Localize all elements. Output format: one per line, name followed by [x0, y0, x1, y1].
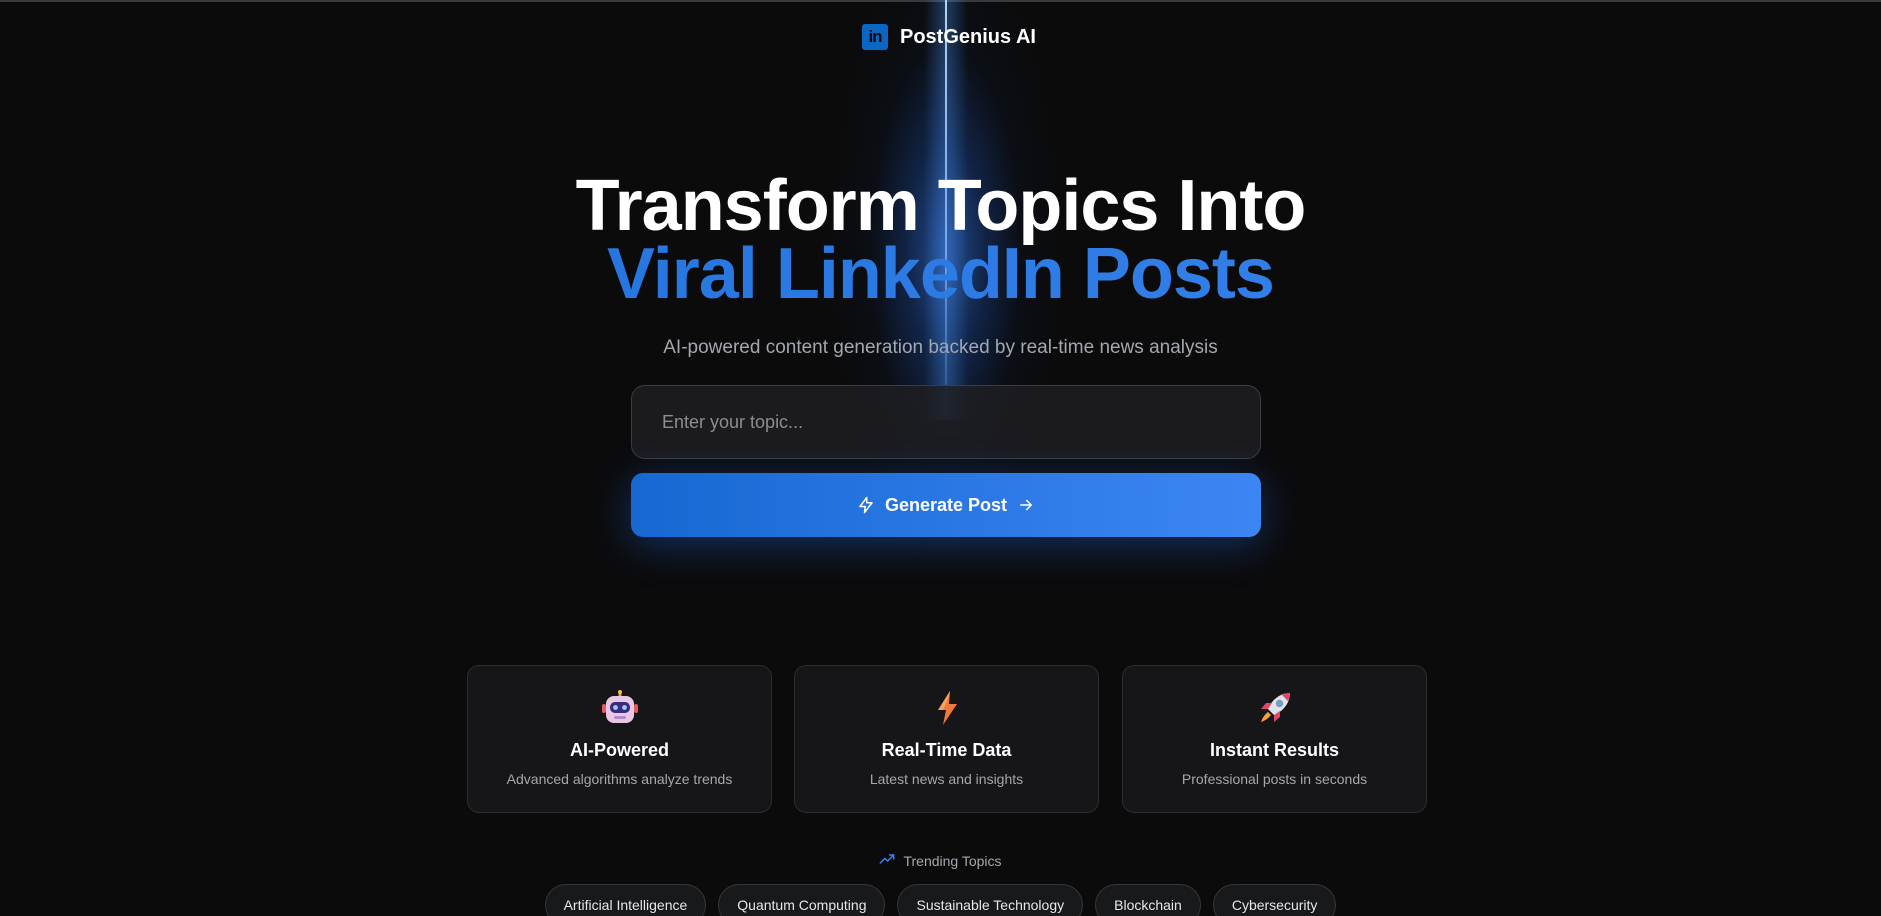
topic-chip-artificial-intelligence[interactable]: Artificial Intelligence [544, 884, 707, 916]
feature-title: AI-Powered [569, 740, 670, 760]
trending-topics-list: Artificial Intelligence Quantum Computin… [0, 884, 1881, 916]
feature-title: Instant Results [1209, 740, 1340, 760]
hero-title-line2: Viral LinkedIn Posts [0, 238, 1881, 310]
topic-chip-cybersecurity[interactable]: Cybersecurity [1212, 884, 1337, 916]
trending-topics-label: Trending Topics [903, 852, 1002, 869]
feature-card-ai-powered: AI-Powered Advanced algorithms analyze t… [467, 665, 772, 813]
brand-name: PostGenius AI [900, 25, 1036, 48]
window-top-border [0, 0, 1881, 2]
generate-post-label: Generate Post [884, 494, 1008, 515]
trending-up-icon [879, 851, 895, 870]
feature-title: Real-Time Data [881, 740, 1012, 760]
hero-subtitle: AI-powered content generation backed by … [663, 337, 1218, 358]
generate-post-button[interactable]: Generate Post [631, 473, 1261, 537]
topic-chip-sustainable-technology[interactable]: Sustainable Technology [897, 884, 1084, 916]
feature-description: Latest news and insights [869, 771, 1024, 787]
rocket-icon [1123, 690, 1426, 726]
hero-title: Transform Topics Into Viral LinkedIn Pos… [0, 166, 1881, 310]
brand[interactable]: in PostGenius AI [862, 22, 1036, 52]
hero: Transform Topics Into Viral LinkedIn Pos… [0, 166, 1881, 310]
arrow-right-icon [1017, 496, 1035, 514]
topic-input[interactable] [631, 385, 1261, 459]
feature-description: Professional posts in seconds [1181, 771, 1368, 787]
trending-topics-header: Trending Topics [0, 851, 1881, 870]
hero-title-line1: Transform Topics Into [575, 166, 1307, 246]
feature-description: Advanced algorithms analyze trends [506, 771, 733, 787]
robot-icon [468, 690, 771, 726]
lightning-icon [857, 496, 875, 514]
lightning-bolt-icon [795, 690, 1098, 726]
topic-chip-quantum-computing[interactable]: Quantum Computing [718, 884, 886, 916]
feature-card-real-time-data: Real-Time Data Latest news and insights [794, 665, 1099, 813]
topic-chip-blockchain[interactable]: Blockchain [1095, 884, 1201, 916]
linkedin-logo-icon: in [862, 24, 888, 50]
feature-card-instant-results: Instant Results Professional posts in se… [1122, 665, 1427, 813]
